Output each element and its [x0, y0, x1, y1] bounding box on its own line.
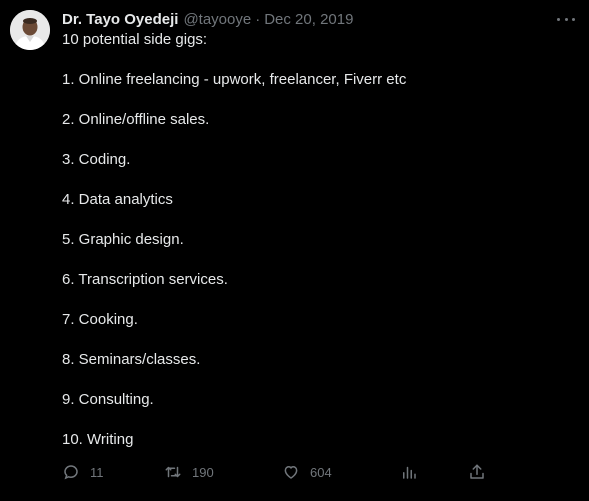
reply-icon	[62, 463, 80, 481]
tweet-actions: 11 190 604	[62, 461, 492, 483]
list-item: 7. Cooking.	[62, 311, 138, 328]
list-item: 6. Transcription services.	[62, 271, 228, 288]
tweet-date[interactable]: Dec 20, 2019	[264, 11, 353, 28]
list-item: 2. Online/offline sales.	[62, 111, 210, 128]
share-icon	[468, 463, 486, 481]
avatar-image	[10, 10, 50, 50]
retweet-count: 190	[192, 464, 214, 480]
author-handle[interactable]: @tayooye	[183, 11, 251, 28]
author-name[interactable]: Dr. Tayo Oyedeji	[62, 11, 178, 28]
list-item: 9. Consulting.	[62, 391, 154, 408]
reply-count: 11	[90, 464, 104, 480]
list-item: 1. Online freelancing - upwork, freelanc…	[62, 71, 407, 88]
retweet-button[interactable]: 190	[164, 461, 214, 483]
more-options-button[interactable]	[557, 12, 575, 26]
tweet[interactable]: Dr. Tayo Oyedeji @tayooye · Dec 20, 2019…	[0, 0, 589, 501]
list-item: 10. Writing	[62, 431, 134, 448]
retweet-icon	[164, 463, 182, 481]
more-icon	[557, 17, 560, 21]
list-item: 3. Coding.	[62, 151, 131, 168]
views-button[interactable]	[400, 461, 418, 483]
list-item: 8. Seminars/classes.	[62, 351, 201, 368]
separator: ·	[255, 10, 261, 28]
tweet-header: Dr. Tayo Oyedeji @tayooye · Dec 20, 2019	[62, 9, 353, 29]
like-count: 604	[310, 464, 332, 480]
analytics-icon	[400, 463, 418, 481]
reply-button[interactable]: 11	[62, 461, 104, 483]
avatar[interactable]	[10, 10, 50, 50]
tweet-intro: 10 potential side gigs:	[62, 31, 208, 48]
share-button[interactable]	[468, 461, 486, 483]
like-button[interactable]: 604	[282, 461, 332, 483]
heart-icon	[282, 463, 300, 481]
tweet-text: 10 potential side gigs: 1. Online freela…	[62, 30, 562, 450]
list-item: 4. Data analytics	[62, 191, 173, 208]
list-item: 5. Graphic design.	[62, 231, 184, 248]
